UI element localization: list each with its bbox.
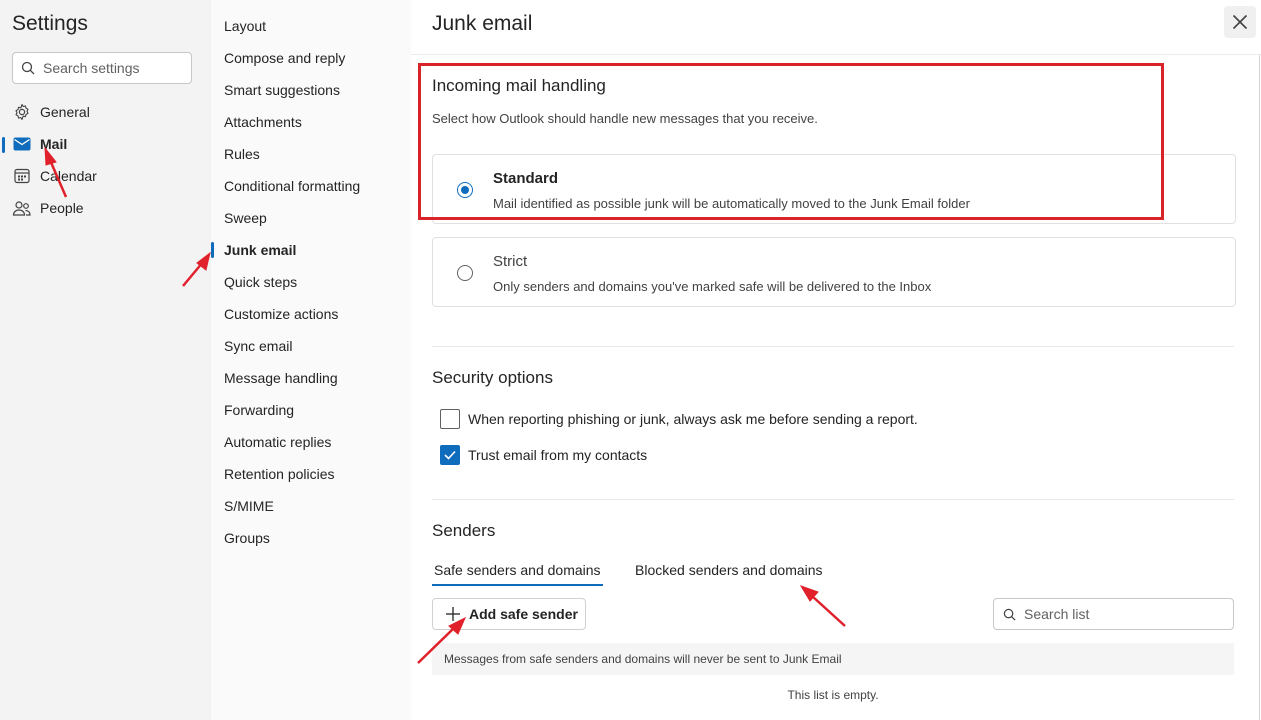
subnav-item-message-handling[interactable]: Message handling [224, 366, 338, 390]
senders-heading: Senders [432, 521, 496, 540]
sidebar-item-label: People [40, 200, 84, 216]
active-indicator [211, 242, 214, 258]
search-list-input[interactable] [1024, 606, 1224, 622]
section-divider [432, 346, 1234, 347]
sidebar-item-label: Calendar [40, 168, 97, 184]
incoming-mail-heading: Incoming mail handling [432, 76, 606, 95]
sidebar-item-people[interactable]: People [12, 194, 84, 222]
search-list-box[interactable] [993, 598, 1234, 630]
subnav-item-automatic-replies[interactable]: Automatic replies [224, 430, 331, 454]
mail-icon [12, 134, 32, 154]
checkbox-row-ask-before-report[interactable]: When reporting phishing or junk, always … [440, 409, 918, 429]
option-description: Only senders and domains you've marked s… [493, 279, 932, 294]
tab-blocked-senders[interactable]: Blocked senders and domains [633, 562, 825, 578]
plus-icon [446, 607, 460, 621]
radio-option-strict[interactable]: Strict Only senders and domains you've m… [432, 237, 1236, 307]
active-indicator [2, 137, 5, 153]
sidebar-item-mail[interactable]: Mail [12, 130, 67, 158]
subnav-item-rules[interactable]: Rules [224, 142, 260, 166]
sidebar-item-calendar[interactable]: Calendar [12, 162, 97, 190]
settings-title: Settings [12, 12, 88, 35]
close-button[interactable] [1224, 6, 1256, 38]
subnav-item-smart-suggestions[interactable]: Smart suggestions [224, 78, 340, 102]
gear-icon [12, 102, 32, 122]
option-title: Strict [493, 253, 528, 270]
subnav-item-groups[interactable]: Groups [224, 526, 270, 550]
calendar-icon [12, 166, 32, 186]
tab-safe-senders[interactable]: Safe senders and domains [432, 562, 603, 586]
checkbox-label: Trust email from my contacts [468, 447, 648, 463]
sidebar-item-label: Mail [40, 136, 68, 152]
settings-sidebar: Settings General Mail Calendar People [0, 0, 211, 720]
security-options-heading: Security options [432, 368, 553, 387]
subnav-item-sweep[interactable]: Sweep [224, 206, 267, 230]
subnav-item-compose[interactable]: Compose and reply [224, 46, 345, 70]
checkbox-label: When reporting phishing or junk, always … [468, 411, 918, 427]
radio-option-standard[interactable]: Standard Mail identified as possible jun… [432, 154, 1236, 224]
subnav-item-sync-email[interactable]: Sync email [224, 334, 292, 358]
section-divider [432, 499, 1234, 500]
checkbox-ask-before-report[interactable] [440, 409, 460, 429]
title-divider [411, 54, 1261, 55]
subnav-item-retention-policies[interactable]: Retention policies [224, 462, 335, 486]
radio-standard[interactable] [457, 182, 473, 198]
option-title: Standard [493, 170, 559, 187]
subnav-item-layout[interactable]: Layout [224, 14, 266, 38]
search-icon [1003, 608, 1016, 620]
scrollbar[interactable] [1259, 55, 1260, 720]
checkbox-row-trust-contacts[interactable]: Trust email from my contacts [440, 445, 647, 465]
search-icon [21, 61, 35, 75]
sidebar-item-general[interactable]: General [12, 98, 90, 126]
subnav-item-smime[interactable]: S/MIME [224, 494, 274, 518]
settings-search-input[interactable] [43, 60, 183, 76]
subnav-item-quick-steps[interactable]: Quick steps [224, 270, 297, 294]
radio-strict[interactable] [457, 265, 473, 281]
empty-list-message: This list is empty. [787, 688, 879, 702]
close-icon [1232, 14, 1248, 30]
checkbox-trust-contacts[interactable] [440, 445, 460, 465]
subnav-item-junk-email[interactable]: Junk email [224, 238, 296, 262]
add-safe-sender-button[interactable]: Add safe sender [432, 598, 586, 630]
safe-senders-info: Messages from safe senders and domains w… [432, 643, 1234, 675]
people-icon [12, 198, 32, 218]
subnav-item-conditional-formatting[interactable]: Conditional formatting [224, 174, 360, 198]
sidebar-item-label: General [40, 104, 90, 120]
incoming-mail-description: Select how Outlook should handle new mes… [432, 111, 818, 126]
settings-search-box[interactable] [12, 52, 192, 84]
mail-settings-subnav: Layout Compose and reply Smart suggestio… [211, 0, 411, 720]
page-title: Junk email [432, 12, 533, 35]
subnav-item-attachments[interactable]: Attachments [224, 110, 302, 134]
subnav-item-customize-actions[interactable]: Customize actions [224, 302, 338, 326]
subnav-item-forwarding[interactable]: Forwarding [224, 398, 294, 422]
junk-email-panel: Junk email Incoming mail handling Select… [411, 0, 1261, 720]
option-description: Mail identified as possible junk will be… [493, 196, 970, 211]
add-safe-sender-label: Add safe sender [469, 606, 578, 622]
checkmark-icon [444, 450, 456, 460]
